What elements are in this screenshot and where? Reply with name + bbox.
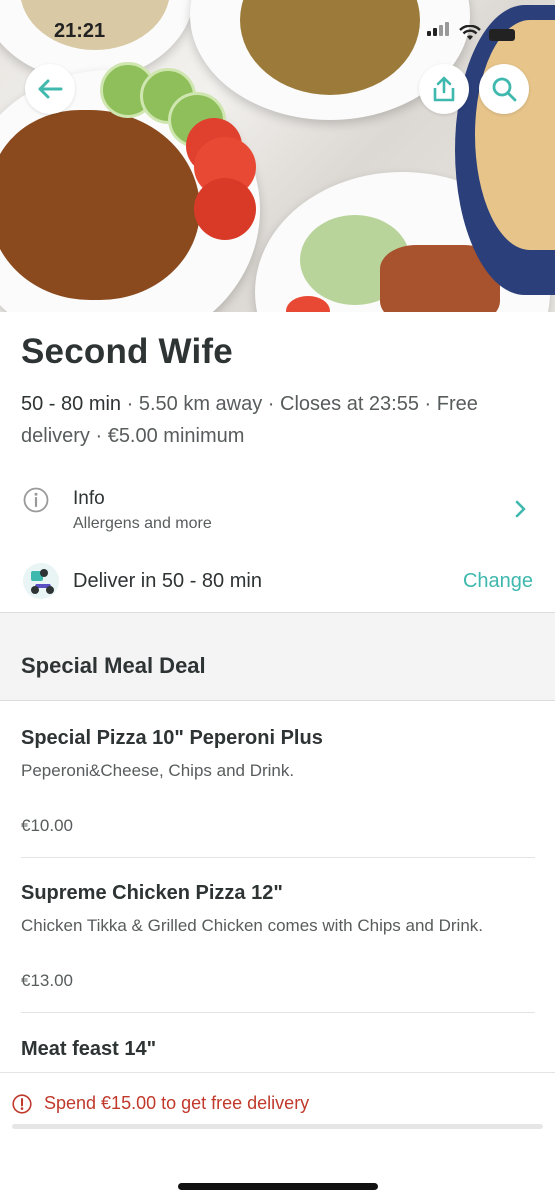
home-indicator[interactable] xyxy=(178,1183,378,1190)
share-icon xyxy=(433,76,455,102)
chevron-right-icon xyxy=(515,500,526,518)
tomato-slice xyxy=(194,178,256,240)
status-time: 21:21 xyxy=(54,20,106,42)
free-delivery-banner: Spend €15.00 to get free delivery xyxy=(12,1093,309,1114)
item-divider xyxy=(21,857,535,858)
info-row[interactable]: Info Allergens and more xyxy=(0,478,555,540)
search-icon xyxy=(492,77,517,102)
section-header: Special Meal Deal xyxy=(0,613,555,701)
info-icon xyxy=(23,487,49,513)
item-description: Peperoni&Cheese, Chips and Drink. xyxy=(21,761,295,780)
delivery-label: Deliver in 50 - 80 min xyxy=(73,570,262,592)
info-sublabel: Allergens and more xyxy=(73,515,212,532)
status-icons xyxy=(427,22,515,41)
item-price: €13.00 xyxy=(21,971,73,990)
info-label: Info xyxy=(73,488,105,509)
menu-item[interactable]: Meat feast 14" xyxy=(21,1037,535,1061)
delivery-row: Deliver in 50 - 80 min Change xyxy=(0,558,555,606)
divider xyxy=(0,700,555,701)
battery-icon xyxy=(489,29,515,41)
progress-track xyxy=(12,1124,543,1129)
menu-item[interactable]: Supreme Chicken Pizza 12" Chicken Tikka … xyxy=(21,881,535,991)
basket-footer: Spend €15.00 to get free delivery xyxy=(0,1072,555,1201)
restaurant-name: Second Wife xyxy=(21,332,233,371)
menu-item[interactable]: Special Pizza 10" Peperoni Plus Peperoni… xyxy=(21,726,535,836)
arrow-left-icon xyxy=(38,79,63,99)
back-button[interactable] xyxy=(25,64,75,114)
signal-icon xyxy=(427,22,451,41)
item-description: Chicken Tikka & Grilled Chicken comes wi… xyxy=(21,916,484,935)
wifi-icon xyxy=(459,25,481,40)
item-name: Special Pizza 10" Peperoni Plus xyxy=(21,727,323,749)
section-title: Special Meal Deal xyxy=(21,653,206,678)
item-price: €10.00 xyxy=(21,816,73,835)
item-name: Meat feast 14" xyxy=(21,1038,157,1060)
info-icon xyxy=(12,1093,32,1114)
share-button[interactable] xyxy=(419,64,469,114)
rider-icon xyxy=(23,563,59,599)
hero-image: 21:21 xyxy=(0,0,555,312)
change-button[interactable]: Change xyxy=(463,570,533,593)
delivery-time: 50 - 80 min xyxy=(21,393,122,415)
search-button[interactable] xyxy=(479,64,529,114)
free-delivery-text: Spend €15.00 to get free delivery xyxy=(44,1093,310,1113)
restaurant-meta: 50 - 80 min · 5.50 km away · Closes at 2… xyxy=(21,393,478,447)
item-name: Supreme Chicken Pizza 12" xyxy=(21,882,283,904)
item-divider xyxy=(21,1012,535,1013)
